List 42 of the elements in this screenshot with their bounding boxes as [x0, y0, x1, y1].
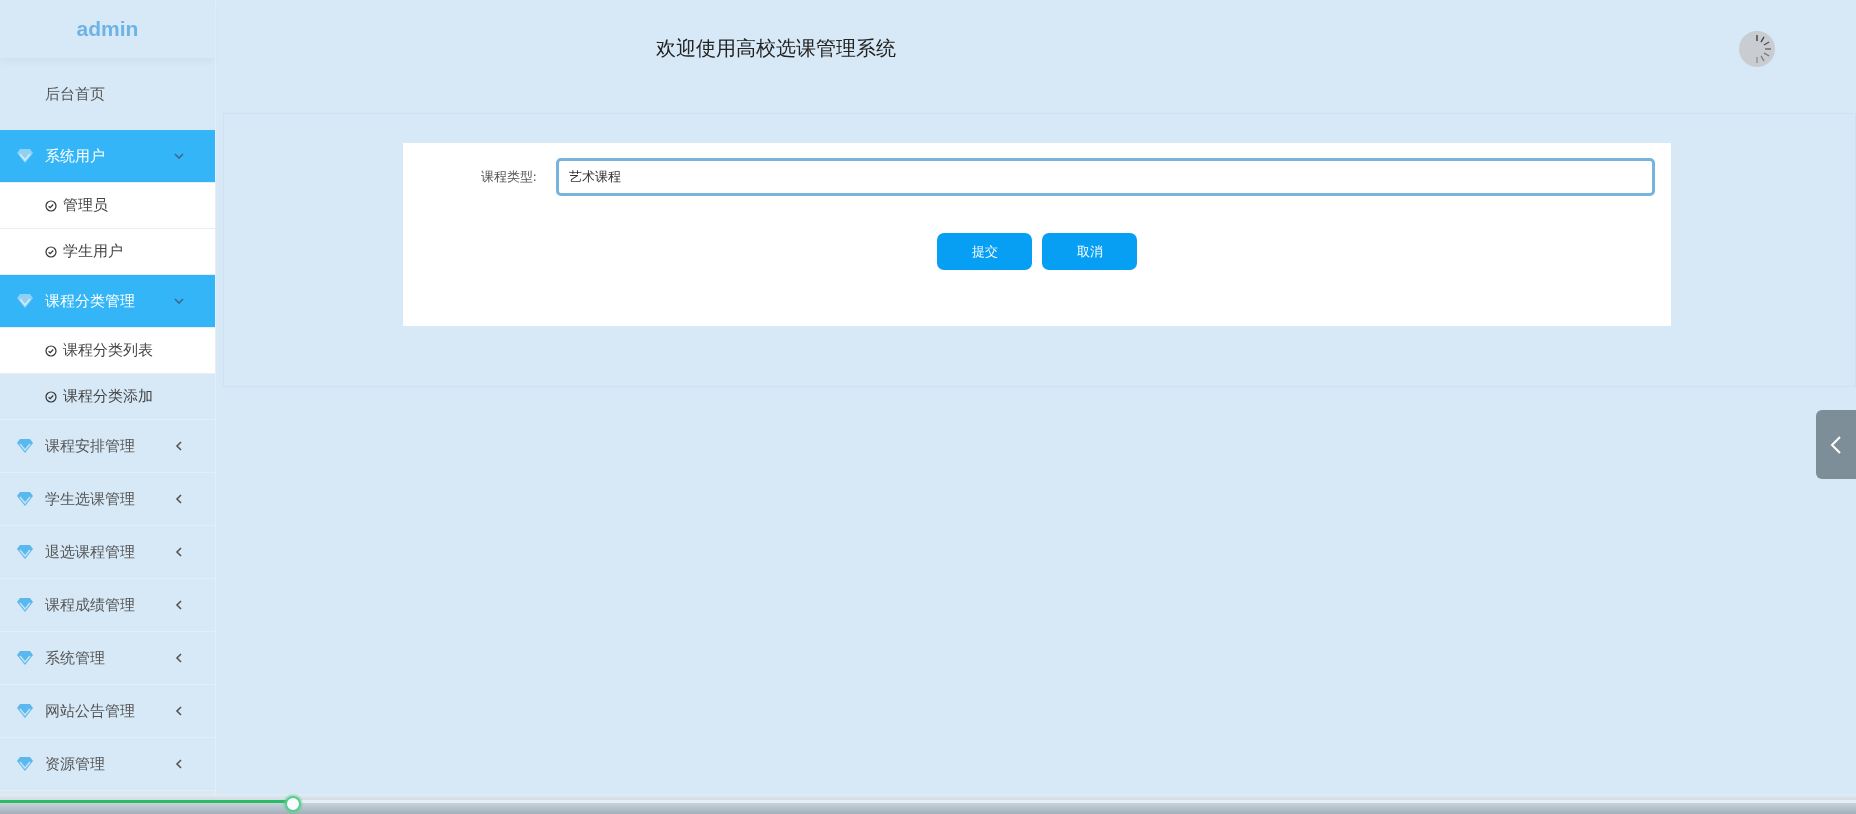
chevron-icon [173, 705, 185, 717]
chevron-icon [173, 599, 185, 611]
check-circle-icon [45, 199, 57, 212]
progress-handle[interactable] [285, 796, 302, 812]
loading-spinner-icon [1738, 29, 1776, 68]
check-circle-icon [45, 245, 57, 258]
chevron-icon [173, 440, 185, 452]
chevron-icon [173, 493, 185, 505]
chevron-icon [173, 758, 185, 770]
sidebar-subitem[interactable]: 课程分类列表 [0, 328, 215, 374]
sidebar-group[interactable]: 退选课程管理 [0, 526, 215, 579]
diamond-icon [17, 294, 33, 308]
chevron-icon [1830, 434, 1842, 455]
chevron-icon [173, 150, 185, 162]
chevron-icon [173, 295, 185, 307]
diamond-icon [17, 545, 33, 559]
sidebar-group[interactable]: 课程成绩管理 [0, 579, 215, 632]
chevron-icon [173, 546, 185, 558]
sidebar-subitem[interactable]: 管理员 [0, 183, 215, 229]
page-title: 欢迎使用高校选课管理系统 [656, 35, 897, 62]
input-field[interactable]: 艺术课程 [556, 158, 1655, 196]
chevron-icon [173, 652, 185, 664]
diamond-icon [17, 492, 33, 506]
field-label: 课程类型: [479, 168, 538, 186]
diamond-icon [17, 757, 33, 771]
sidebar-group[interactable]: 资源管理 [0, 738, 215, 791]
progress-track[interactable] [0, 794, 1856, 814]
check-circle-icon [45, 390, 57, 403]
sidebar-group[interactable]: 系统管理 [0, 632, 215, 685]
sidebar-group[interactable]: 网站公告管理 [0, 685, 215, 738]
logo-text: admin [76, 17, 139, 41]
check-circle-icon [45, 344, 57, 357]
sidebar-subitem[interactable]: 学生用户 [0, 229, 215, 275]
sidebar-item[interactable]: 后台首页 [0, 58, 215, 130]
diamond-icon [17, 598, 33, 612]
sidebar-group[interactable]: 学生选课管理 [0, 473, 215, 526]
diamond-icon [17, 439, 33, 453]
diamond-icon [17, 651, 33, 665]
diamond-icon [17, 704, 33, 718]
diamond-icon [17, 149, 33, 163]
side-tab-button[interactable] [1816, 410, 1856, 479]
sidebar-group[interactable]: 课程安排管理 [0, 420, 215, 473]
